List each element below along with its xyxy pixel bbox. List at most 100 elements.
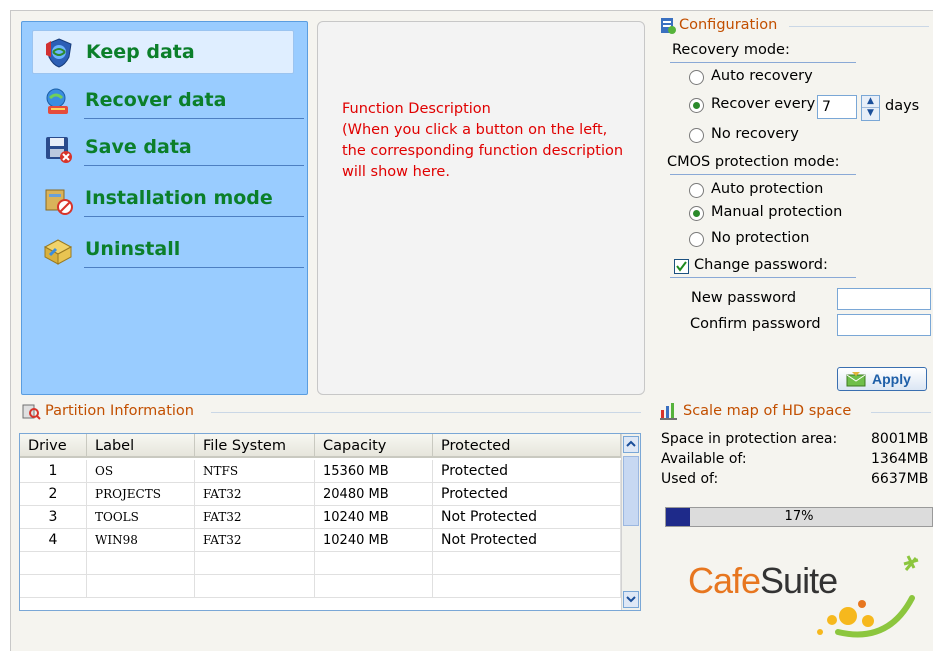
table-cell (87, 552, 195, 575)
radio-label: Recover every (711, 96, 816, 112)
table-scrollbar[interactable] (621, 434, 640, 610)
radio-no-protection[interactable] (689, 232, 704, 247)
apply-label: Apply (872, 371, 911, 387)
table-cell: FAT32 (195, 529, 315, 552)
table-cell: 2 (20, 483, 87, 506)
scale-map-icon (660, 403, 677, 420)
change-password-label: Change password: (694, 257, 828, 273)
radio-auto-protection[interactable] (689, 183, 704, 198)
radio-no-recovery[interactable] (689, 128, 704, 143)
menu-item-recover-data[interactable]: Recover data (32, 80, 304, 122)
function-menu: Keep data Recover data Save data Install… (21, 21, 308, 395)
section-rule (871, 412, 931, 413)
scale-map-title: Scale map of HD space (683, 403, 852, 419)
table-cell: 10240 MB (315, 506, 433, 529)
scroll-up-button[interactable] (623, 436, 639, 453)
chevron-up-icon (626, 440, 636, 447)
space-protection-value: 8001MB (871, 431, 929, 447)
table-cell: PROJECTS (87, 483, 195, 506)
table-cell: NTFS (195, 460, 315, 483)
section-rule (789, 26, 929, 27)
menu-divider (84, 165, 304, 166)
table-cell: Protected (433, 460, 621, 483)
radio-label: Auto recovery (711, 68, 813, 84)
menu-label: Installation mode (85, 187, 273, 209)
spin-down-icon[interactable]: ▼ (862, 108, 879, 119)
checkmark-icon (676, 261, 687, 272)
cafesuite-logo: CafeSuite (688, 548, 933, 648)
confirm-password-label: Confirm password (690, 316, 821, 332)
new-password-field[interactable] (837, 288, 931, 310)
menu-divider (84, 216, 304, 217)
menu-item-save-data[interactable]: Save data (32, 127, 304, 169)
column-header-protected[interactable]: Protected (433, 434, 621, 458)
menu-item-uninstall[interactable]: Uninstall (32, 229, 304, 271)
table-cell: Protected (433, 483, 621, 506)
menu-item-installation-mode[interactable]: Installation mode (32, 178, 304, 220)
logo-part-cafe: Cafe (688, 560, 761, 601)
table-cell: 15360 MB (315, 460, 433, 483)
new-password-label: New password (691, 290, 797, 306)
progress-percent: 17% (784, 509, 814, 524)
hd-usage-progress-bar: 17% (665, 507, 933, 527)
configuration-icon (661, 18, 676, 34)
change-password-checkbox[interactable] (674, 259, 689, 274)
table-cell: 10240 MB (315, 529, 433, 552)
apply-icon (846, 372, 866, 387)
table-cell: Not Protected (433, 506, 621, 529)
shield-globe-icon (46, 38, 72, 68)
days-spinner[interactable]: ▲ ▼ (861, 95, 880, 121)
table-cell (315, 552, 433, 575)
menu-divider (84, 267, 304, 268)
days-label: days (885, 98, 920, 114)
table-cell (87, 575, 195, 598)
radio-label: Manual protection (711, 204, 843, 220)
radio-auto-recovery[interactable] (689, 70, 704, 85)
table-cell (315, 575, 433, 598)
menu-item-keep-data[interactable]: Keep data (32, 30, 294, 74)
radio-recover-every[interactable] (689, 98, 704, 113)
confirm-password-field[interactable] (837, 314, 931, 336)
scroll-thumb[interactable] (623, 456, 639, 526)
table-cell (195, 552, 315, 575)
menu-divider (84, 118, 304, 119)
radio-manual-protection[interactable] (689, 206, 704, 221)
table-cell (20, 575, 87, 598)
radio-label: No protection (711, 230, 810, 246)
label-underline (670, 174, 856, 175)
save-disk-icon (46, 137, 72, 163)
menu-label: Keep data (86, 41, 195, 63)
scroll-down-button[interactable] (623, 591, 639, 608)
column-header-label[interactable]: Label (87, 434, 195, 458)
label-underline (670, 277, 856, 278)
section-rule (211, 412, 641, 413)
available-label: Available of: (661, 451, 747, 467)
function-description-panel: Function Description (When you click a bu… (317, 21, 645, 395)
table-cell: FAT32 (195, 483, 315, 506)
table-cell: TOOLS (87, 506, 195, 529)
function-description-text: Function Description (When you click a bu… (342, 101, 624, 180)
logo-part-suite: Suite (760, 560, 838, 601)
table-cell (195, 575, 315, 598)
table-cell: OS (87, 460, 195, 483)
recover-days-input[interactable]: 7 (817, 95, 857, 119)
partition-info-icon (22, 404, 41, 420)
recovery-mode-label: Recovery mode: (672, 42, 790, 58)
spin-up-icon[interactable]: ▲ (862, 96, 879, 108)
label-underline (670, 62, 856, 63)
table-cell: Not Protected (433, 529, 621, 552)
cmos-protection-label: CMOS protection mode: (667, 154, 840, 170)
column-header-capacity[interactable]: Capacity (315, 434, 433, 458)
menu-label: Uninstall (85, 238, 181, 260)
partition-information-title: Partition Information (45, 403, 194, 419)
used-value: 6637MB (871, 471, 929, 487)
column-header-file-system[interactable]: File System (195, 434, 315, 458)
column-header-drive[interactable]: Drive (20, 434, 87, 458)
space-protection-label: Space in protection area: (661, 431, 838, 447)
configuration-title: Configuration (679, 17, 778, 33)
used-label: Used of: (661, 471, 719, 487)
table-cell: WIN98 (87, 529, 195, 552)
table-cell (433, 575, 621, 598)
available-value: 1364MB (871, 451, 929, 467)
apply-button[interactable]: Apply (837, 367, 927, 391)
